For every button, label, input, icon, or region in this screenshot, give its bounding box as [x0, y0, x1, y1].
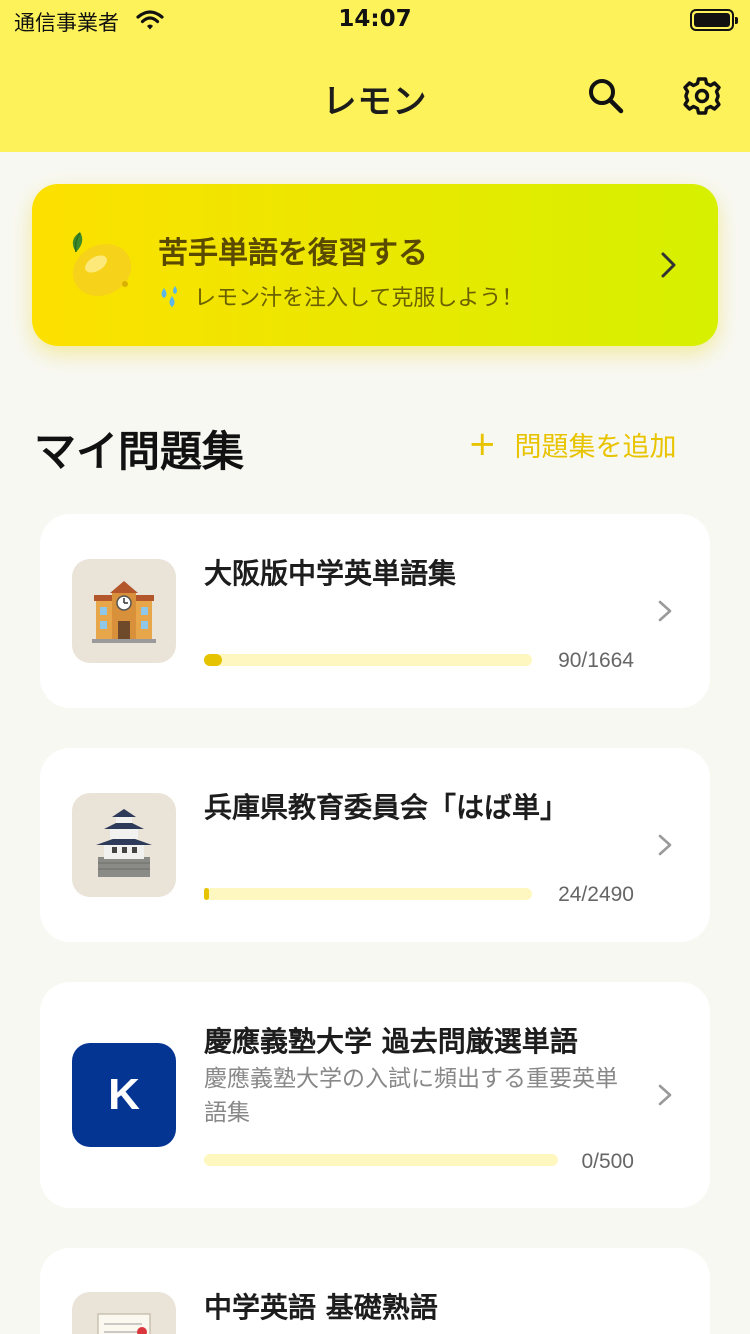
collection-card[interactable]: K 慶應義塾大学 過去問厳選単語 慶應義塾大学の入試に頻出する重要英単語集 0/… [40, 982, 710, 1208]
droplets-icon [161, 286, 177, 307]
plus-icon: + [468, 424, 497, 464]
progress-fill [204, 888, 209, 900]
school-building-icon [72, 559, 176, 663]
status-time: 14:07 [338, 6, 412, 32]
progress-bar [204, 1154, 558, 1166]
collection-title: 中学英語 基礎熟語 [204, 1291, 438, 1324]
collection-title: 慶應義塾大学 過去問厳選単語 [204, 1025, 578, 1058]
collection-title: 兵庫県教育委員会「はば単」 [204, 791, 569, 824]
status-bar: 通信事業者 14:07 [0, 0, 750, 44]
add-collection-button[interactable]: + 問題集を追加 [468, 422, 677, 466]
progress-fill [204, 654, 222, 666]
progress-count: 0/500 [581, 1150, 634, 1173]
collection-title: 大阪版中学英単語集 [204, 557, 457, 590]
progress-bar [204, 654, 532, 666]
chevron-right-icon [658, 600, 672, 622]
collection-description: 慶應義塾大学の入試に頻出する重要英単語集 [204, 1066, 618, 1126]
collection-card[interactable]: 中学英語 基礎熟語 [40, 1248, 710, 1334]
progress-count: 90/1664 [558, 649, 634, 672]
thumb-letter: K [108, 1070, 140, 1119]
chevron-right-icon [658, 1084, 672, 1106]
app-header: 通信事業者 14:07 レモン [0, 0, 750, 152]
lemon-icon [72, 232, 132, 296]
section-title: マイ問題集 [34, 427, 245, 476]
letter-paper-icon [72, 1292, 176, 1334]
review-weak-words-banner[interactable]: 苦手単語を復習する レモン汁を注入して克服しよう！ [32, 184, 718, 346]
settings-button[interactable] [680, 74, 724, 118]
chevron-right-icon [658, 834, 672, 856]
page-title: レモン [322, 82, 428, 122]
search-icon [589, 79, 624, 114]
letter-k-icon: K [72, 1043, 176, 1147]
add-collection-label: 問題集を追加 [514, 431, 677, 463]
search-button[interactable] [584, 74, 628, 118]
battery-icon [690, 9, 738, 31]
gear-icon [683, 77, 721, 115]
castle-icon [72, 793, 176, 897]
banner-title: 苦手単語を復習する [158, 236, 428, 271]
collection-card[interactable]: 兵庫県教育委員会「はば単」 24/2490 [40, 748, 710, 942]
collection-card[interactable]: 大阪版中学英単語集 90/1664 [40, 514, 710, 708]
progress-count: 24/2490 [558, 883, 634, 906]
progress-bar [204, 888, 532, 900]
chevron-right-icon [661, 252, 676, 278]
banner-subtitle: レモン汁を注入して克服しよう！ [194, 286, 524, 311]
